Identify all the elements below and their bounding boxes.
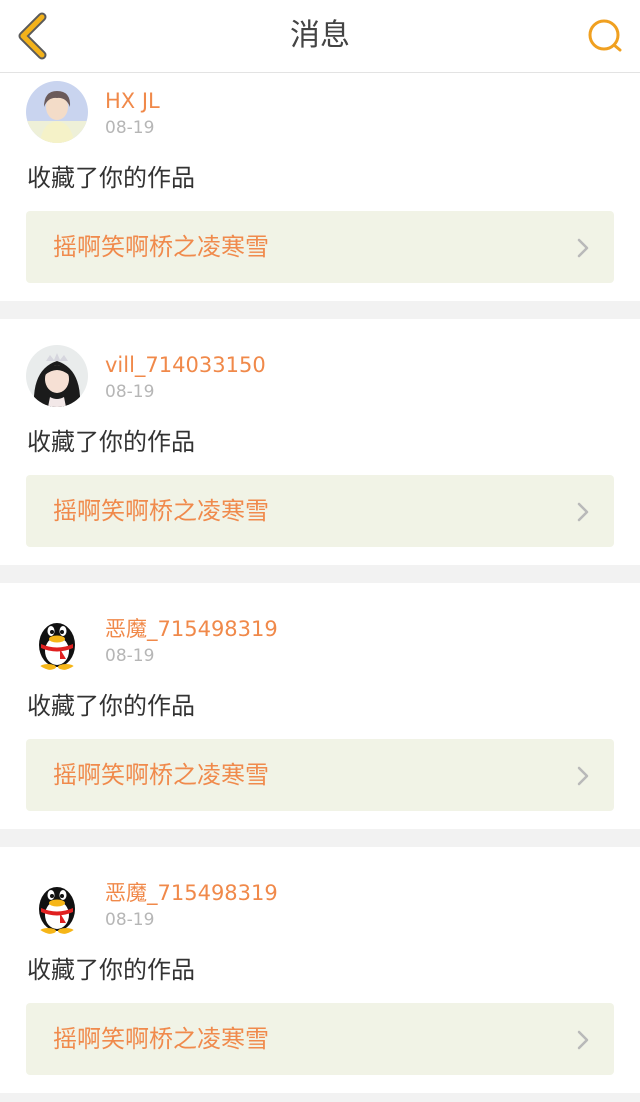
user-photo-icon <box>26 345 88 407</box>
message-list: HX JL 08-19 收藏了你的作品 摇啊笑啊桥之凌寒雪 vill_71403… <box>0 73 640 1093</box>
message-card: HX JL 08-19 收藏了你的作品 摇啊笑啊桥之凌寒雪 <box>0 73 640 301</box>
penguin-icon <box>26 609 88 671</box>
work-title: 摇啊笑啊桥之凌寒雪 <box>53 497 269 525</box>
message-action: 收藏了你的作品 <box>27 956 195 984</box>
message-date: 08-19 <box>105 118 155 138</box>
work-link[interactable]: 摇啊笑啊桥之凌寒雪 <box>26 739 614 811</box>
message-card: 恶魔_715498319 08-19 收藏了你的作品 摇啊笑啊桥之凌寒雪 <box>0 847 640 1093</box>
search-icon <box>588 19 622 52</box>
avatar[interactable] <box>26 873 88 935</box>
chevron-right-icon <box>577 238 589 258</box>
message-action: 收藏了你的作品 <box>27 692 195 720</box>
username[interactable]: HX JL <box>105 89 160 113</box>
search-button[interactable] <box>586 17 626 57</box>
top-nav-bar: 消息 <box>0 0 640 73</box>
message-action: 收藏了你的作品 <box>27 428 195 456</box>
page-title: 消息 <box>290 18 350 53</box>
username[interactable]: vill_714033150 <box>105 353 266 377</box>
chevron-right-icon <box>577 766 589 786</box>
work-title: 摇啊笑啊桥之凌寒雪 <box>53 233 269 261</box>
work-title: 摇啊笑啊桥之凌寒雪 <box>53 1025 269 1053</box>
message-date: 08-19 <box>105 910 155 930</box>
message-date: 08-19 <box>105 382 155 402</box>
message-action: 收藏了你的作品 <box>27 164 195 192</box>
work-link[interactable]: 摇啊笑啊桥之凌寒雪 <box>26 1003 614 1075</box>
chevron-right-icon <box>577 1030 589 1050</box>
username[interactable]: 恶魔_715498319 <box>105 617 278 641</box>
avatar[interactable] <box>26 609 88 671</box>
message-date: 08-19 <box>105 646 155 666</box>
penguin-icon <box>26 873 88 935</box>
work-link[interactable]: 摇啊笑啊桥之凌寒雪 <box>26 211 614 283</box>
message-card: 恶魔_715498319 08-19 收藏了你的作品 摇啊笑啊桥之凌寒雪 <box>0 583 640 829</box>
message-card: vill_714033150 08-19 收藏了你的作品 摇啊笑啊桥之凌寒雪 <box>0 319 640 565</box>
work-link[interactable]: 摇啊笑啊桥之凌寒雪 <box>26 475 614 547</box>
avatar[interactable] <box>26 345 88 407</box>
avatar[interactable] <box>26 81 88 143</box>
username[interactable]: 恶魔_715498319 <box>105 881 278 905</box>
chevron-right-icon <box>577 502 589 522</box>
work-title: 摇啊笑啊桥之凌寒雪 <box>53 761 269 789</box>
user-photo-icon <box>26 81 88 143</box>
